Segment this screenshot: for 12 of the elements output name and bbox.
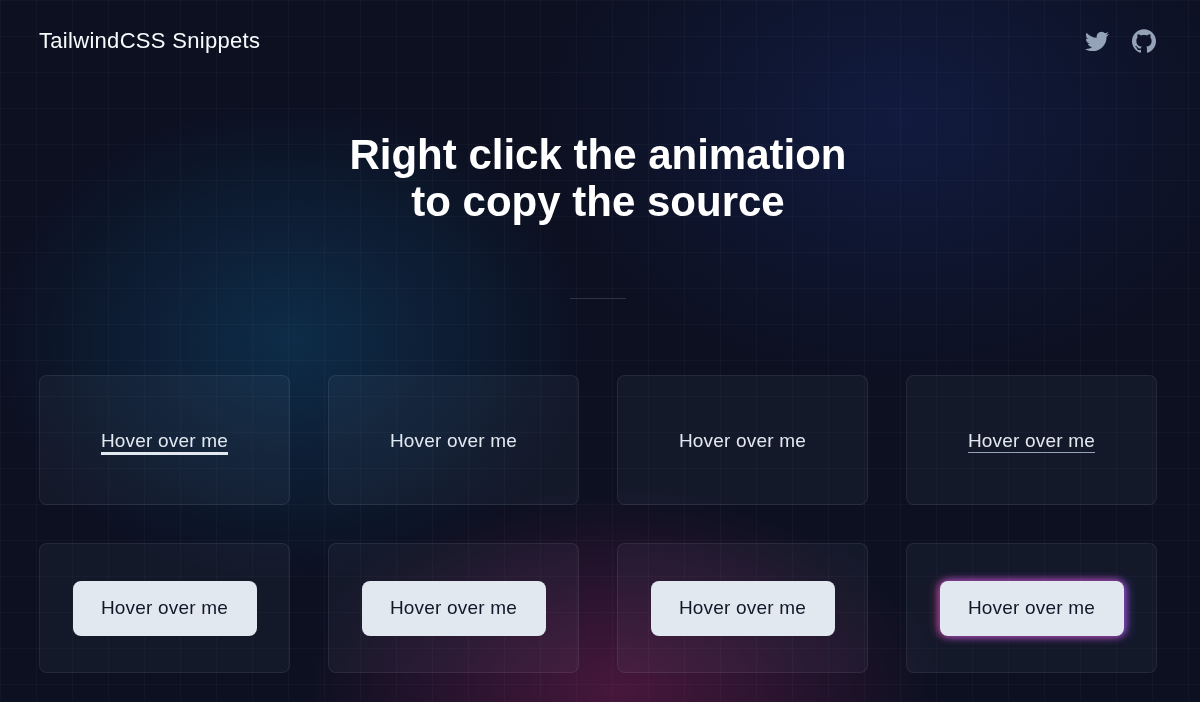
hover-button[interactable]: Hover over me xyxy=(939,580,1124,636)
page-heading: Right click the animation to copy the source xyxy=(348,131,848,225)
hover-button[interactable]: Hover over me xyxy=(72,580,257,636)
hover-link[interactable]: Hover over me xyxy=(100,430,229,455)
hover-button[interactable]: Hover over me xyxy=(361,580,546,636)
cat-icon[interactable] xyxy=(1132,29,1156,53)
hover-link[interactable]: Hover over me xyxy=(967,430,1096,453)
bird-icon[interactable] xyxy=(1085,31,1109,51)
site-title: TailwindCSS Snippets xyxy=(39,28,261,54)
hover-link[interactable]: Hover over me xyxy=(389,430,518,452)
hover-button[interactable]: Hover over me xyxy=(650,580,835,636)
hover-link[interactable]: Hover over me xyxy=(678,430,807,452)
